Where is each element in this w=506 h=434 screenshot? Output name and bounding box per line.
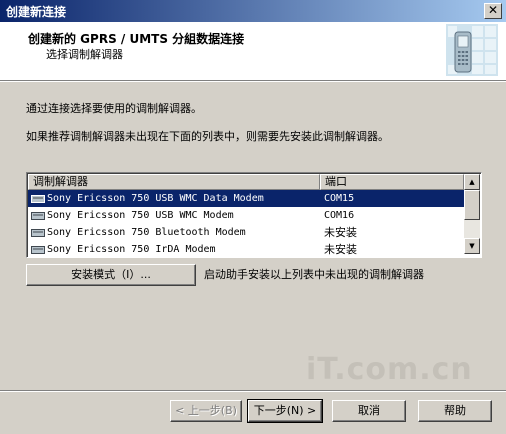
modem-icon — [31, 246, 45, 254]
scroll-down-button[interactable]: ▼ — [464, 238, 480, 254]
triangle-up-icon: ▲ — [469, 178, 475, 186]
scrollbar-thumb[interactable] — [464, 190, 480, 220]
modem-port: COM15 — [324, 193, 355, 204]
help-button[interactable]: 帮助 — [418, 400, 492, 422]
header-title: 创建新的 GPRS / UMTS 分組数据连接 — [28, 32, 245, 46]
cancel-button[interactable]: 取消 — [332, 400, 406, 422]
next-button[interactable]: 下一步(N) > — [247, 399, 323, 423]
install-hint-text: 启动助手安装以上列表中未出现的调制解调器 — [204, 268, 424, 281]
phone-grid-icon — [446, 24, 498, 76]
triangle-down-icon: ▼ — [469, 242, 475, 250]
column-header-port[interactable]: 端口 — [320, 174, 464, 190]
back-button[interactable]: < 上一步(B) — [170, 400, 242, 422]
wizard-header: 创建新的 GPRS / UMTS 分組数据连接 选择调制解调器 — [0, 22, 506, 80]
column-header-modem[interactable]: 调制解调器 — [28, 174, 320, 190]
install-mode-button[interactable]: 安装模式（I）... — [26, 264, 196, 286]
list-item[interactable]: Sony Ericsson 750 USB WMC Modem COM16 — [28, 207, 464, 224]
install-note-text: 如果推荐调制解调器未出现在下面的列表中，则需要先安装此调制解调器。 — [26, 130, 389, 143]
modem-name: Sony Ericsson 750 Bluetooth Modem — [47, 227, 246, 238]
list-header: 调制解调器 端口 — [28, 174, 464, 190]
modem-port: 未安装 — [324, 226, 357, 239]
watermark-logo: iT.com.cn — [306, 352, 473, 387]
list-item[interactable]: Sony Ericsson 750 USB WMC Data Modem COM… — [28, 190, 464, 207]
modem-list[interactable]: 调制解调器 端口 Sony Ericsson 750 USB WMC Data … — [26, 172, 482, 258]
modem-icon — [31, 229, 45, 237]
close-button[interactable]: ✕ — [484, 3, 502, 19]
header-subtitle: 选择调制解调器 — [46, 48, 123, 61]
window-title: 创建新连接 — [6, 5, 67, 19]
modem-name: Sony Ericsson 750 IrDA Modem — [47, 244, 216, 255]
modem-icon — [31, 212, 45, 220]
list-item[interactable]: Sony Ericsson 750 IrDA Modem 未安装 — [28, 241, 464, 257]
instruction-text: 通过连接选择要使用的调制解调器。 — [26, 102, 202, 115]
close-icon: ✕ — [487, 3, 499, 17]
modem-name: Sony Ericsson 750 USB WMC Modem — [47, 210, 234, 221]
scroll-up-button[interactable]: ▲ — [464, 174, 480, 190]
modem-name: Sony Ericsson 750 USB WMC Data Modem — [47, 193, 264, 204]
vertical-scrollbar[interactable]: ▲ ▼ — [464, 174, 480, 254]
header-divider — [0, 80, 506, 82]
modem-port: COM16 — [324, 210, 355, 221]
title-bar: 创建新连接 ✕ — [0, 0, 506, 22]
modem-rows: Sony Ericsson 750 USB WMC Data Modem COM… — [28, 190, 464, 257]
modem-port: 未安装 — [324, 243, 357, 256]
footer-divider — [0, 390, 506, 392]
modem-icon — [31, 195, 45, 203]
list-item[interactable]: Sony Ericsson 750 Bluetooth Modem 未安装 — [28, 224, 464, 241]
